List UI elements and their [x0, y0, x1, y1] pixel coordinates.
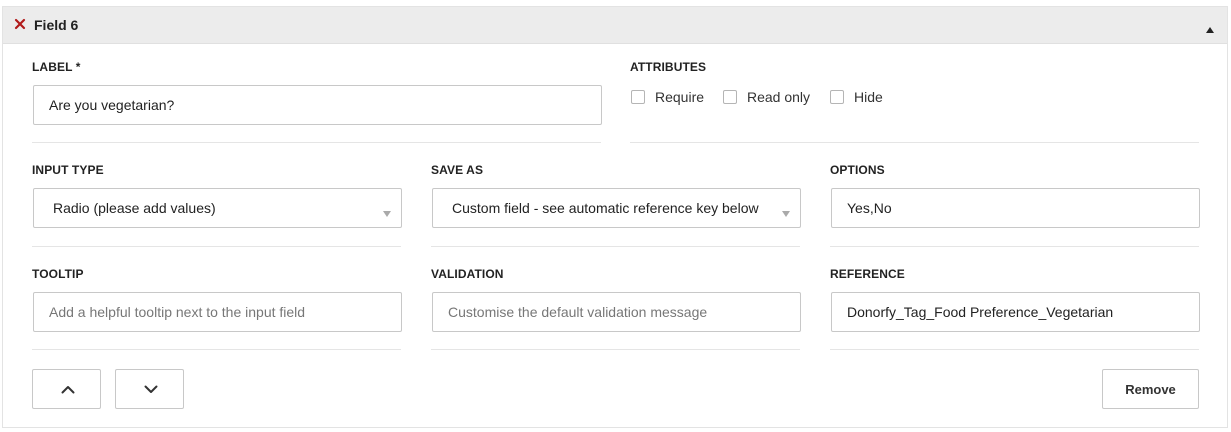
require-checkbox[interactable]: Require [631, 89, 704, 105]
reference-label: REFERENCE [830, 267, 905, 281]
tooltip-input[interactable] [33, 292, 402, 332]
attributes-label: ATTRIBUTES [630, 60, 707, 74]
divider [32, 246, 401, 247]
input-type-select[interactable]: Radio (please add values) [33, 188, 402, 228]
close-icon[interactable] [13, 17, 27, 31]
hide-checkbox[interactable]: Hide [830, 89, 883, 105]
divider [630, 142, 1199, 143]
triangle-up-icon[interactable] [1205, 21, 1215, 33]
move-down-button[interactable] [115, 369, 184, 409]
divider [431, 246, 800, 247]
reference-input[interactable] [831, 292, 1200, 332]
save-as-label: SAVE AS [431, 163, 484, 177]
checkbox-label: Hide [854, 89, 883, 105]
checkbox-label: Read only [747, 89, 811, 105]
panel-header[interactable]: Field 6 [3, 7, 1227, 44]
input-type-label: INPUT TYPE [32, 163, 104, 177]
read-only-checkbox[interactable]: Read only [723, 89, 810, 105]
input-type-value: Radio (please add values) [53, 200, 216, 216]
divider [431, 349, 800, 350]
checkbox-label: Require [655, 89, 705, 105]
checkbox-box[interactable] [631, 90, 645, 104]
options-input[interactable] [831, 188, 1200, 228]
panel-title: Field 6 [34, 17, 79, 33]
checkbox-box[interactable] [723, 90, 737, 104]
caret-down-icon [782, 205, 790, 217]
validation-input[interactable] [432, 292, 801, 332]
divider [830, 246, 1199, 247]
chevron-up-icon [61, 386, 75, 394]
move-up-button[interactable] [32, 369, 101, 409]
chevron-down-icon [144, 385, 158, 393]
caret-down-icon [383, 205, 391, 217]
divider [32, 142, 601, 143]
save-as-value: Custom field - see automatic reference k… [452, 200, 759, 216]
validation-label: VALIDATION [431, 267, 504, 281]
divider [830, 349, 1199, 350]
label-field-label: LABEL * [32, 60, 81, 74]
checkbox-box[interactable] [830, 90, 844, 104]
divider [32, 349, 401, 350]
remove-button[interactable]: Remove [1102, 369, 1199, 409]
options-label: OPTIONS [830, 163, 885, 177]
save-as-select[interactable]: Custom field - see automatic reference k… [432, 188, 801, 228]
tooltip-label: TOOLTIP [32, 267, 84, 281]
label-input[interactable] [33, 85, 602, 125]
